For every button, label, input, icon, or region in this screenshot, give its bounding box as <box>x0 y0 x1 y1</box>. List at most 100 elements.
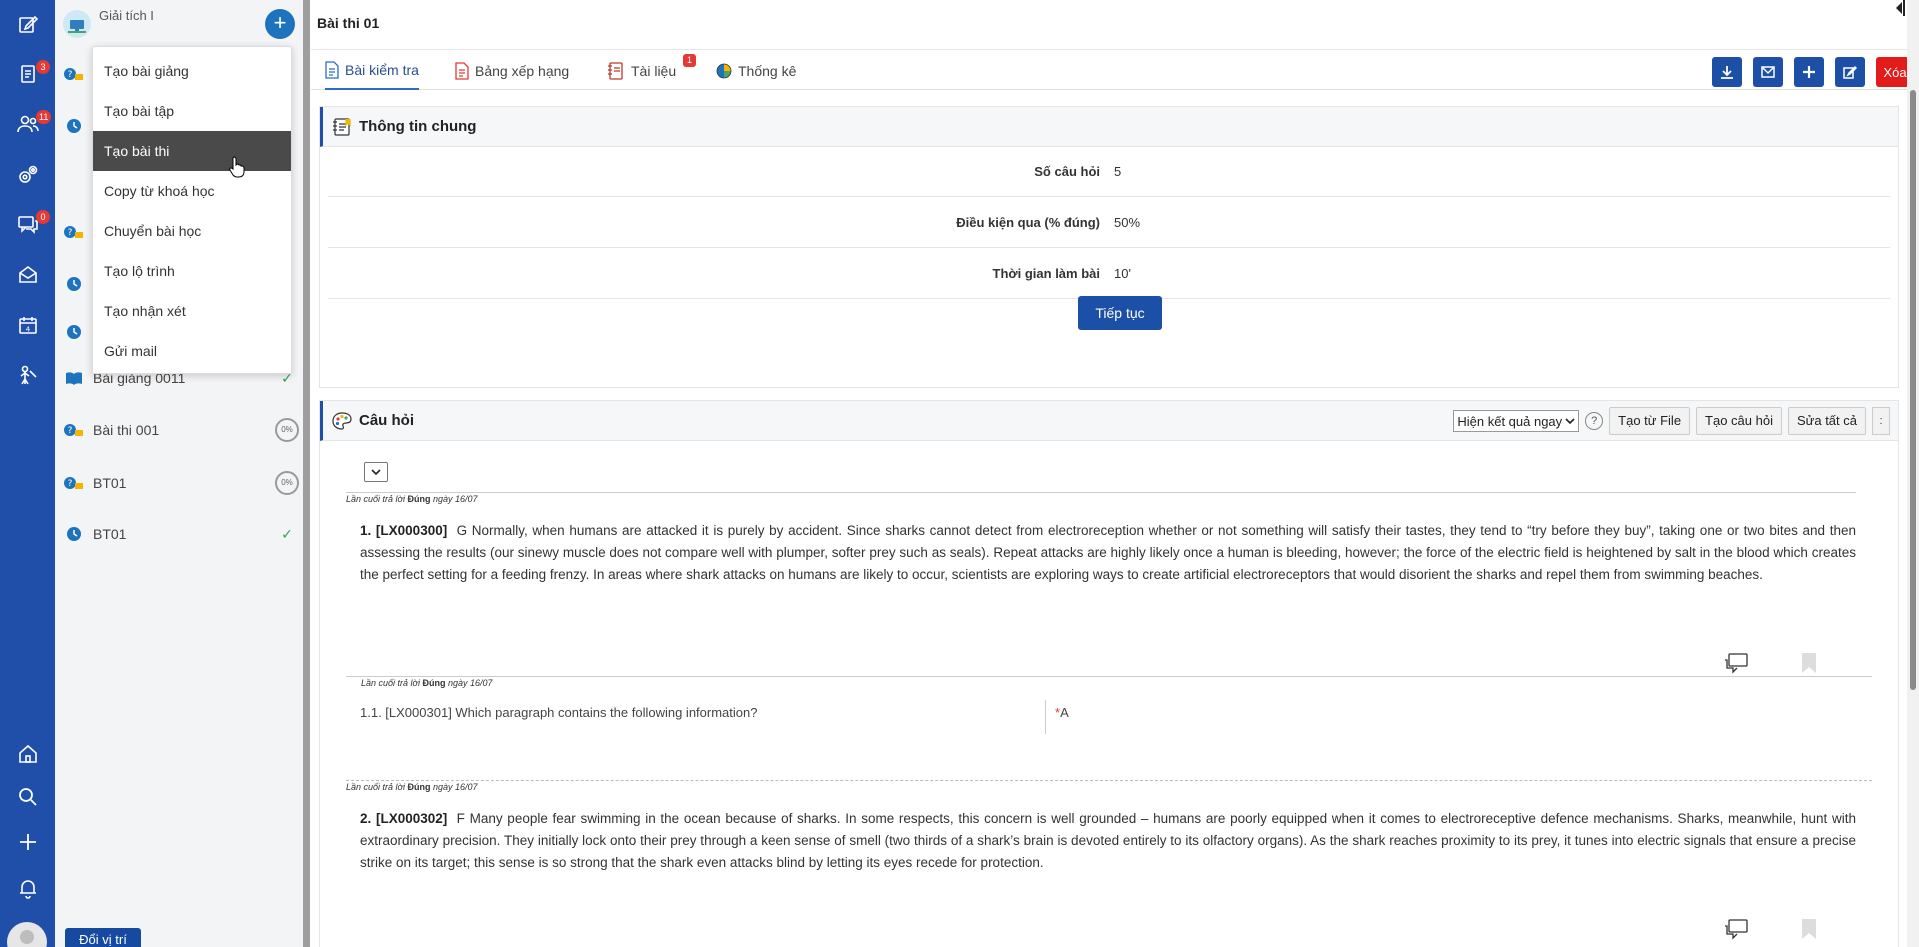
last-answer-meta: Lần cuối trả lời Đúng ngày 16/07 <box>346 494 478 504</box>
rail-teacher[interactable] <box>0 353 55 397</box>
tab-bar: Bài kiểm tra Bảng xếp hạng Tài liệu 1 Th… <box>311 52 1907 90</box>
info-row-question-count: Số câu hỏi 5 <box>328 147 1890 197</box>
add-button[interactable] <box>1794 57 1824 87</box>
collapse-right-icon[interactable] <box>1893 0 1905 16</box>
check-icon: ✓ <box>281 525 293 542</box>
messages-badge: 0 <box>36 210 50 224</box>
question-2-text: 2. [LX000302] F Many people fear swimmin… <box>360 811 1856 870</box>
progress-circle: 0% <box>275 418 299 442</box>
svg-text:4: 4 <box>25 326 30 334</box>
edit-button[interactable] <box>1835 57 1865 87</box>
tab-documents[interactable]: Tài liệu 1 <box>607 52 696 90</box>
edit-icon <box>17 13 39 35</box>
bookmark-icon[interactable] <box>1801 918 1817 940</box>
main-scrollbar-thumb[interactable] <box>1910 90 1916 690</box>
lesson-item[interactable]: ? BT01 0% <box>63 471 299 495</box>
rail-settings[interactable] <box>0 153 55 197</box>
rail-calendar[interactable]: 4 <box>0 303 55 347</box>
main-content: Bài thi 01 Bài kiểm tra Bảng xếp hạng Tà… <box>311 0 1914 947</box>
svg-text:?: ? <box>68 70 73 80</box>
create-from-file-button[interactable]: Tạo từ File <box>1609 407 1691 435</box>
menu-item-move-lesson[interactable]: Chuyển bài học <box>93 211 291 251</box>
course-logo <box>63 10 91 38</box>
menu-item-send-mail[interactable]: Gửi mail <box>93 331 291 371</box>
clock-icon <box>63 117 85 135</box>
page-title: Bài thi 01 <box>317 15 380 31</box>
lesson-item[interactable]: ? Bài thi 001 0% <box>63 418 299 442</box>
info-row-pass-condition: Điều kiện qua (% đúng) 50% <box>328 198 1890 248</box>
menu-item-create-exam[interactable]: Tạo bài thi <box>93 131 291 171</box>
svg-text:?: ? <box>68 228 73 238</box>
clock-icon <box>63 323 85 341</box>
clock-icon <box>63 525 85 543</box>
download-button[interactable] <box>1712 57 1742 87</box>
rail-users[interactable]: 11 <box>0 102 55 146</box>
pie-chart-icon <box>716 63 732 79</box>
menu-item-create-roadmap[interactable]: Tạo lộ trình <box>93 251 291 291</box>
svg-text:?: ? <box>68 426 73 436</box>
tab-statistics[interactable]: Thống kê <box>716 52 796 90</box>
rail-messages[interactable]: 0 <box>0 202 55 246</box>
last-answer-meta: Lần cuối trả lời Đúng ngày 16/07 <box>346 782 478 792</box>
help-button[interactable]: ? <box>1585 412 1604 430</box>
email-button[interactable] <box>1753 57 1783 87</box>
continue-button[interactable]: Tiếp tục <box>1078 296 1162 330</box>
menu-item-create-lecture[interactable]: Tạo bài giảng <box>93 51 291 91</box>
menu-item-create-exercise[interactable]: Tạo bài tập <box>93 91 291 131</box>
sub-question-1-1-answer: *A <box>1055 705 1069 720</box>
result-mode-select[interactable]: Hiện kết quả ngay <box>1453 410 1580 432</box>
quiz-icon: ? <box>63 65 85 83</box>
tab-test[interactable]: Bài kiểm tra <box>325 52 419 90</box>
documents-tab-badge: 1 <box>683 54 696 67</box>
home-icon <box>17 743 39 765</box>
left-rail: 3 11 0 4 <box>0 0 55 947</box>
questions-header: Câu hỏi Hiện kết quả ngay ? Tạo từ File … <box>320 401 1898 441</box>
hand-cursor-icon <box>229 156 245 178</box>
question-1-text: 1. [LX000300] G Normally, when humans ar… <box>360 523 1856 582</box>
general-info-header: Thông tin chung <box>320 107 1898 147</box>
rail-home[interactable] <box>0 732 55 776</box>
rail-documents[interactable]: 3 <box>0 52 55 96</box>
chevron-down-icon <box>1565 416 1575 426</box>
notebook-icon <box>607 62 625 80</box>
menu-item-copy-from-course[interactable]: Copy từ khoá học <box>93 171 291 211</box>
svg-text:?: ? <box>68 479 73 489</box>
menu-item-create-comment[interactable]: Tạo nhận xét <box>93 291 291 331</box>
change-position-button[interactable]: Đổi vị trí <box>65 928 141 947</box>
create-question-button[interactable]: Tạo câu hỏi <box>1696 407 1782 435</box>
bell-icon <box>17 877 39 899</box>
document-icon <box>325 61 339 79</box>
rail-search[interactable] <box>0 775 55 819</box>
comment-icon[interactable] <box>1723 652 1749 674</box>
bookmark-icon[interactable] <box>1801 652 1817 674</box>
gears-icon <box>16 164 40 186</box>
more-options-button[interactable]: : <box>1872 407 1890 435</box>
report-icon <box>455 62 469 80</box>
download-icon <box>1720 65 1734 79</box>
edit-all-button[interactable]: Sửa tất cả <box>1787 407 1866 435</box>
tab-ranking[interactable]: Bảng xếp hạng <box>455 52 569 90</box>
clock-icon <box>63 275 85 293</box>
panel-scrollbar[interactable] <box>303 0 310 947</box>
progress-circle: 0% <box>275 471 299 495</box>
comment-icon[interactable] <box>1723 918 1749 940</box>
create-dropdown-menu: Tạo bài giảng Tạo bài tập Tạo bài thi Co… <box>92 46 292 374</box>
rail-mail[interactable] <box>0 253 55 297</box>
lesson-item[interactable]: BT01 ✓ <box>63 522 299 546</box>
question-filter-select[interactable] <box>364 462 388 482</box>
rail-add[interactable] <box>0 820 55 864</box>
mail-icon <box>17 264 39 286</box>
chevron-down-icon <box>371 467 381 477</box>
rail-notifications[interactable] <box>0 866 55 910</box>
book-icon <box>63 369 85 387</box>
main-scrollbar[interactable] <box>1907 0 1919 947</box>
calendar-icon: 4 <box>17 314 39 336</box>
quiz-icon: ? <box>63 474 85 492</box>
add-lesson-button[interactable]: + <box>265 9 295 39</box>
rail-edit[interactable] <box>0 2 55 46</box>
info-book-icon <box>331 117 353 137</box>
envelope-icon <box>1761 66 1775 78</box>
info-row-duration: Thời gian làm bài 10' <box>328 249 1890 299</box>
user-avatar[interactable] <box>7 922 47 947</box>
plus-icon <box>17 831 39 853</box>
